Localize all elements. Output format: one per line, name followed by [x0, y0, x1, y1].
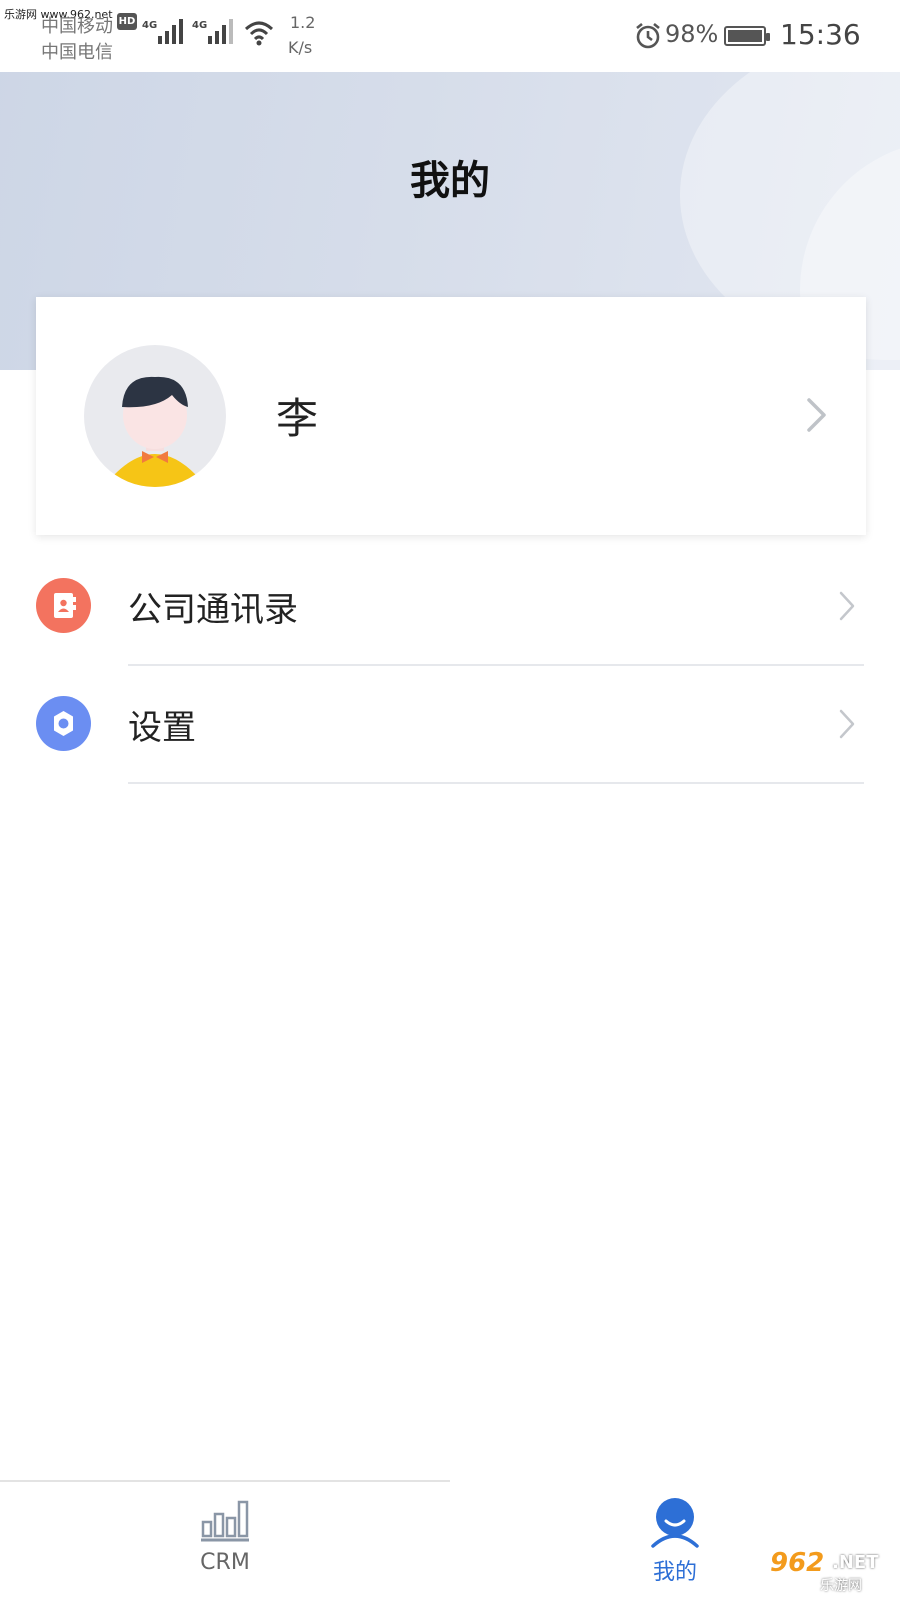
watermark-brand: 962 [770, 1548, 825, 1578]
battery-percentage: 98% [665, 20, 719, 48]
status-bar: 乐游网 www.962.net 中国移动 中国电信 HD 4G 4G 1.2 K… [0, 0, 900, 72]
menu-item-settings[interactable]: 设置 [0, 666, 900, 784]
menu-item-label: 公司通讯录 [128, 590, 298, 630]
watermark-suffix: .NET [832, 1552, 879, 1573]
divider [128, 782, 864, 784]
carrier-1: 中国移动 [41, 16, 113, 37]
gear-icon [36, 696, 91, 751]
chevron-right-icon [839, 591, 855, 621]
user-name: 李 [276, 394, 319, 443]
watermark-logo: 962 .NET 乐游网 [760, 1548, 900, 1600]
page-title: 我的 [410, 158, 490, 204]
carrier-2: 中国电信 [41, 42, 113, 63]
contacts-book-icon [36, 578, 91, 633]
network-type: 4G [192, 20, 208, 31]
chevron-right-icon [807, 398, 826, 432]
chevron-right-icon [839, 709, 855, 739]
hd-badge: HD [117, 13, 137, 30]
network-speed-unit: K/s [288, 38, 313, 57]
tab-crm[interactable]: CRM [0, 1480, 450, 1600]
menu-item-label: 设置 [128, 708, 196, 748]
watermark-sub: 乐游网 [820, 1578, 862, 1594]
alarm-icon [636, 22, 660, 49]
network-type: 4G [142, 20, 158, 31]
user-icon [651, 1498, 699, 1548]
avatar-illustration [114, 376, 196, 487]
profile-card[interactable]: 李 [36, 297, 866, 535]
wifi-icon [244, 21, 274, 46]
clock: 15:36 [780, 18, 861, 51]
tab-label: CRM [200, 1550, 250, 1575]
menu-item-contacts[interactable]: 公司通讯录 [0, 548, 900, 666]
battery-icon [724, 26, 770, 46]
network-speed: 1.2 [290, 13, 316, 32]
bar-chart-icon [201, 1500, 249, 1542]
avatar [84, 345, 226, 487]
